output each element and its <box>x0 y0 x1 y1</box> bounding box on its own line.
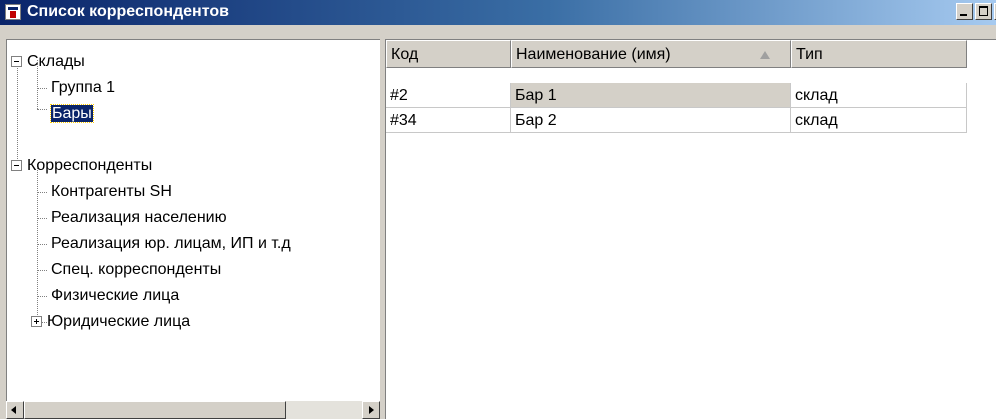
tree-node-label: Корреспонденты <box>27 157 153 174</box>
tree-line <box>37 296 47 297</box>
tree-line <box>37 88 47 89</box>
tree-line <box>37 270 47 271</box>
scroll-left-icon[interactable] <box>6 401 24 419</box>
tree-node-korrespondenty[interactable]: Корреспонденты <box>11 153 152 179</box>
tree-node-gruppa-1[interactable]: Группа 1 <box>51 75 115 101</box>
tree-node-label: Контрагенты SH <box>51 183 172 200</box>
collapse-icon[interactable] <box>11 160 22 171</box>
column-header-label: Код <box>391 46 419 63</box>
tree-node-label: Реализация населению <box>51 209 227 226</box>
tree-node-kontragenty-sh[interactable]: Контрагенты SH <box>51 179 172 205</box>
tree-node-bary[interactable]: Бары <box>50 101 94 127</box>
tree-line <box>37 192 47 193</box>
cell-name: Бар 2 <box>511 108 791 133</box>
tree-node-label: Физические лица <box>51 287 180 304</box>
scrollbar-thumb[interactable] <box>24 401 286 419</box>
title-bar[interactable]: Список корреспондентов <box>0 0 996 25</box>
minimize-icon[interactable] <box>956 3 973 20</box>
tree-node-yuridicheskie-lica[interactable]: Юридические лица <box>31 309 190 335</box>
cell-type: склад <box>791 83 967 108</box>
tree-node-label: Бары <box>50 104 94 123</box>
column-header-label: Наименование (имя) <box>516 46 671 63</box>
tree-horizontal-scrollbar[interactable] <box>6 401 380 419</box>
cell-code: #2 <box>386 83 511 108</box>
tree-node-sklady[interactable]: Склады <box>11 49 85 75</box>
column-header-type[interactable]: Тип <box>791 40 967 68</box>
maximize-icon[interactable] <box>975 3 992 20</box>
sort-ascending-icon <box>760 51 770 59</box>
correspondents-grid[interactable]: Код Наименование (имя) Тип #2 Бар 1 скла… <box>385 39 996 419</box>
folder-tree[interactable]: Склады Группа 1 Бары Корреспонденты Конт… <box>6 39 380 419</box>
cell-code: #34 <box>386 108 511 133</box>
tree-node-label: Склады <box>27 53 85 70</box>
tree-node-realizaciya-yur-licam[interactable]: Реализация юр. лицам, ИП и т.д <box>51 231 291 257</box>
tree-node-label: Реализация юр. лицам, ИП и т.д <box>51 235 291 252</box>
tree-line <box>37 109 47 110</box>
tree-node-spec-korrespondenty[interactable]: Спец. корреспонденты <box>51 257 221 283</box>
scroll-right-icon[interactable] <box>362 401 380 419</box>
collapse-icon[interactable] <box>11 56 22 67</box>
app-icon[interactable] <box>5 4 21 20</box>
window-title: Список корреспондентов <box>27 3 229 20</box>
tree-node-realizaciya-naseleniyu[interactable]: Реализация населению <box>51 205 227 231</box>
column-header-label: Тип <box>796 46 823 63</box>
cell-type: склад <box>791 108 967 133</box>
column-header-code[interactable]: Код <box>386 40 511 68</box>
tree-node-label: Спец. корреспонденты <box>51 261 222 278</box>
expand-icon[interactable] <box>31 316 42 327</box>
cell-name: Бар 1 <box>511 83 791 108</box>
tree-node-label: Юридические лица <box>47 313 191 330</box>
column-header-name[interactable]: Наименование (имя) <box>511 40 791 68</box>
tree-line <box>37 244 47 245</box>
tree-node-label: Группа 1 <box>51 79 116 96</box>
tree-line <box>37 218 47 219</box>
tree-node-fizicheskie-lica[interactable]: Физические лица <box>51 283 179 309</box>
